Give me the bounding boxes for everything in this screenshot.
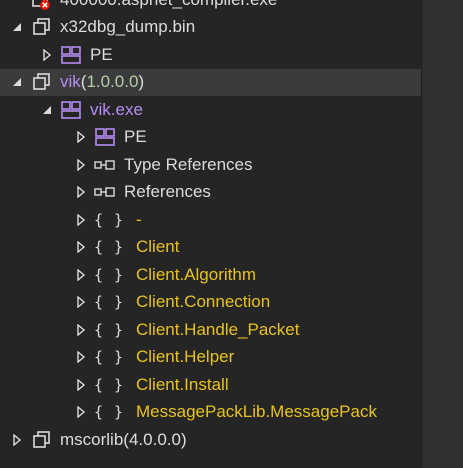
assembly-icon [30,430,52,450]
tree-row-label: mscorlib [60,429,124,449]
namespace-braces-icon: { } [94,375,125,394]
triangle-right-icon[interactable] [74,213,88,227]
triangle-right-icon[interactable] [74,185,88,199]
triangle-right-icon[interactable] [74,268,88,282]
triangle-right-icon[interactable] [74,350,88,364]
tree-row-label: Client.Connection [136,292,271,312]
assembly-error-icon [30,0,52,10]
assembly-version: (4.0.0.0) [123,429,187,449]
tree-row-label: x32dbg_dump.bin [60,17,196,37]
tree-row-type-references[interactable]: Type References [0,151,422,179]
triangle-right-icon[interactable] [74,158,88,172]
triangle-down-icon[interactable] [10,20,24,34]
namespace-braces-icon: { } [94,210,125,229]
references-icon [94,182,116,202]
namespace-braces-icon: { } [94,293,125,312]
tree-row-namespace-client-helper[interactable]: { } Client.Helper [0,344,422,372]
tree-row-vik-exe[interactable]: vik.exe [0,96,422,124]
tree-row-label: Client.Handle_Packet [136,319,300,339]
assembly-icon [30,72,52,92]
tree-row-namespace-client-connection[interactable]: { } Client.Connection [0,289,422,317]
triangle-right-icon[interactable] [74,323,88,337]
module-icon [60,100,82,120]
tree-row-label: Client.Install [136,374,229,394]
tree-row-label: vik [60,72,81,92]
triangle-right-icon[interactable] [74,378,88,392]
tree-row-mscorlib[interactable]: mscorlib (4.0.0.0) [0,426,422,454]
namespace-braces-icon: { } [94,403,125,422]
namespace-braces-icon: { } [94,265,125,284]
tree-row-pe[interactable]: PE [0,41,422,69]
vertical-scrollbar[interactable] [421,0,463,468]
tree-row-pe[interactable]: PE [0,124,422,152]
triangle-down-icon[interactable] [10,75,24,89]
namespace-braces-icon: { } [94,348,125,367]
references-icon [94,155,116,175]
tree-row-label: 400000.aspnet_compiler.exe [60,0,277,10]
tree-row-vik[interactable]: vik (1.0.0.0) [0,68,422,96]
tree-row-label: PE [90,44,113,64]
tree-row-namespace-client-handle-packet[interactable]: { } Client.Handle_Packet [0,316,422,344]
tree-row-label: Type References [124,154,253,174]
pe-icon [60,45,82,65]
tree-row-aspnet-compiler[interactable]: 400000.aspnet_compiler.exe [0,0,422,14]
triangle-right-icon[interactable] [74,405,88,419]
triangle-down-icon[interactable] [40,103,54,117]
triangle-right-icon[interactable] [10,433,24,447]
tree-row-x32dbg-dump[interactable]: x32dbg_dump.bin [0,14,422,42]
tree-row-namespace-empty[interactable]: { } - [0,206,422,234]
tree-row-label: MessagePackLib.MessagePack [136,402,377,422]
triangle-right-icon[interactable] [74,295,88,309]
namespace-braces-icon: { } [94,238,125,257]
tree-row-namespace-client[interactable]: { } Client [0,234,422,262]
tree-row-label: Client.Algorithm [136,264,256,284]
triangle-right-icon[interactable] [74,240,88,254]
tree-row-references[interactable]: References [0,179,422,207]
tree-row-label: - [136,209,142,229]
version-paren-close: ) [138,72,145,92]
scrollbar-thumb[interactable] [422,0,463,468]
assembly-version: 1.0.0.0 [86,72,139,92]
triangle-right-icon[interactable] [74,130,88,144]
assembly-icon [30,17,52,37]
tree-row-label: vik.exe [90,99,143,119]
pe-icon [94,127,116,147]
tree-row-namespace-client-algorithm[interactable]: { } Client.Algorithm [0,261,422,289]
tree-row-namespace-client-install[interactable]: { } Client.Install [0,371,422,399]
tree-row-label: Client [136,237,180,257]
tree-row-label: PE [124,127,147,147]
assembly-tree: 400000.aspnet_compiler.exe x32dbg_dump.b… [0,0,422,454]
tree-row-namespace-messagepack[interactable]: { } MessagePackLib.MessagePack [0,399,422,427]
triangle-right-icon[interactable] [40,48,54,62]
namespace-braces-icon: { } [94,320,125,339]
tree-row-label: Client.Helper [136,347,235,367]
tree-row-label: References [124,182,211,202]
assembly-explorer-panel: 400000.aspnet_compiler.exe x32dbg_dump.b… [0,0,463,468]
